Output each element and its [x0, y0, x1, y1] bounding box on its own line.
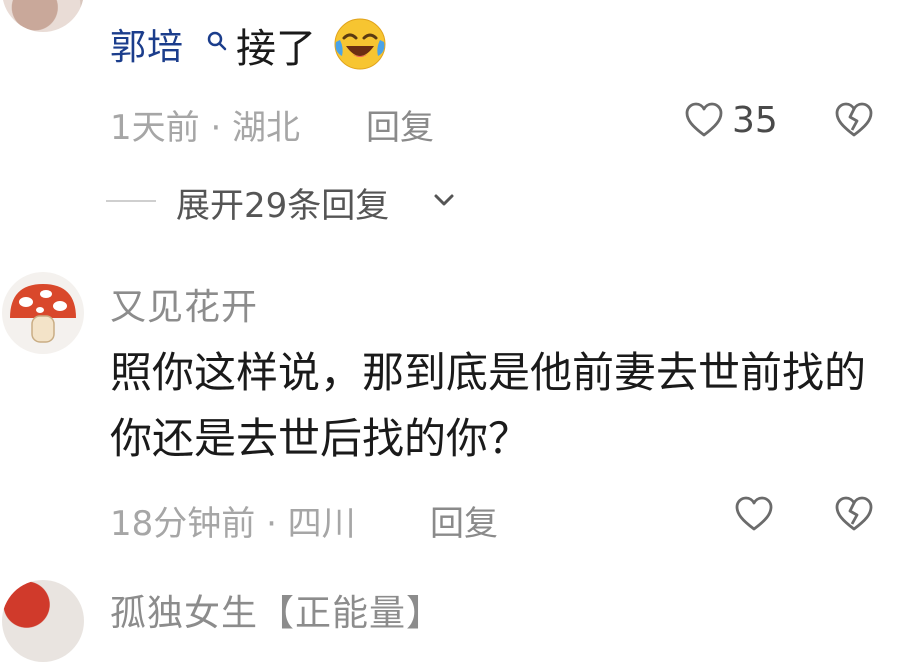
- expand-replies-button[interactable]: 展开29条回复: [176, 178, 389, 227]
- reply-button[interactable]: 回复: [430, 496, 498, 545]
- avatar[interactable]: [2, 272, 84, 354]
- search-icon: [207, 31, 227, 51]
- mushroom-icon: [10, 284, 76, 343]
- divider: [106, 200, 156, 202]
- comment-meta: 18分钟前 · 四川: [110, 504, 356, 544]
- comment-text: 照你这样说，那到底是他前妻去世前找的你还是去世后找的你？: [110, 348, 867, 463]
- heart-icon[interactable]: [684, 102, 724, 138]
- dislike-icon[interactable]: [834, 102, 874, 138]
- reply-button[interactable]: 回复: [366, 100, 434, 149]
- username[interactable]: 郭培: [110, 18, 184, 70]
- like-count: 35: [732, 100, 778, 141]
- dislike-icon[interactable]: [834, 496, 874, 532]
- avatar[interactable]: [2, 580, 84, 662]
- comment-meta: 1天前 · 湖北: [110, 108, 301, 148]
- chevron-down-icon[interactable]: [430, 186, 458, 214]
- heart-icon[interactable]: [734, 496, 774, 532]
- username[interactable]: 孤独女生【正能量】: [110, 584, 443, 636]
- comment-text: 接了: [236, 26, 316, 72]
- avatar[interactable]: [2, 0, 84, 32]
- tears-of-joy-emoji: [334, 18, 386, 70]
- username[interactable]: 又见花开: [110, 278, 258, 330]
